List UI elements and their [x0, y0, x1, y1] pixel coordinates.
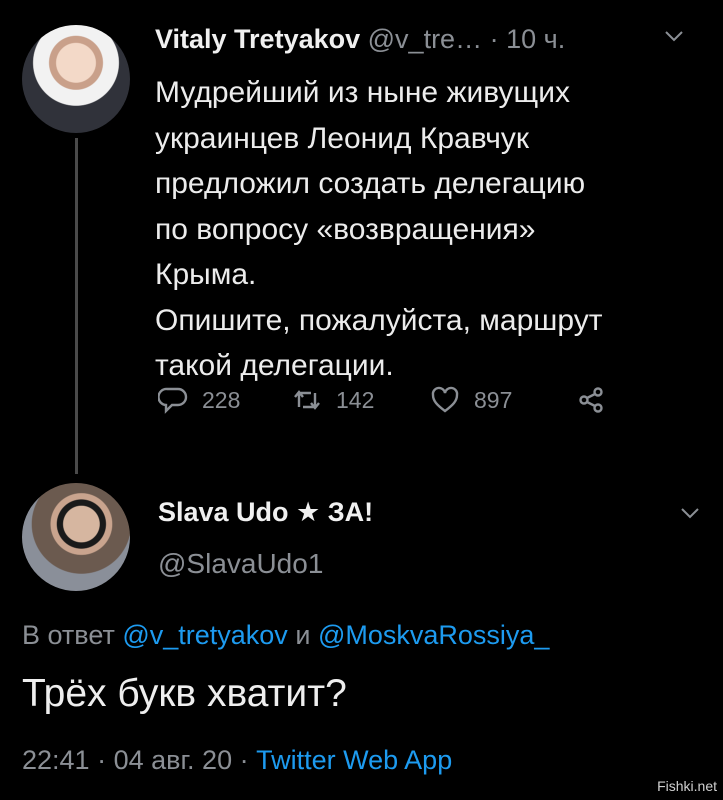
share-icon	[579, 387, 603, 413]
reply-button[interactable]: 228	[158, 385, 240, 415]
tweet-line: такой делегации.	[155, 349, 394, 382]
tweet-time[interactable]: 10 ч.	[506, 24, 565, 54]
reply-prefix: В ответ	[22, 620, 115, 650]
like-button[interactable]: 897	[430, 385, 512, 415]
tweet-line: Мудрейший из ныне живущих	[155, 76, 570, 109]
tweet-line: Крыма.	[155, 258, 257, 291]
author-handle[interactable]: @SlavaUdo1	[158, 548, 323, 580]
tweet-line: предложил создать делегацию	[155, 167, 586, 200]
reply-count: 228	[202, 386, 241, 413]
tweet-meta: 22:41 · 04 авг. 20 · Twitter Web App	[22, 745, 452, 776]
reply-conjunction: и	[295, 620, 311, 650]
retweet-icon	[294, 390, 320, 410]
avatar[interactable]	[22, 25, 130, 133]
like-icon	[431, 386, 459, 413]
share-button[interactable]	[576, 385, 606, 415]
tweet-line: украинцев Леонид Кравчук	[155, 121, 530, 155]
tweet-line: по вопросу «возвращения»	[155, 212, 536, 246]
tweet-line: Опишите, пожалуйста, маршрут	[155, 303, 603, 337]
like-count: 897	[474, 386, 513, 413]
chevron-down-icon[interactable]	[680, 503, 700, 526]
tweet-text: Мудрейший из ныне живущих украинцев Леон…	[155, 70, 695, 389]
tweet-time[interactable]: 22:41	[22, 745, 90, 775]
reply-icon	[158, 387, 188, 414]
chevron-down-icon[interactable]	[664, 26, 684, 49]
tweet-date[interactable]: 04 авг. 20	[114, 745, 232, 775]
retweet-count: 142	[336, 386, 375, 413]
avatar[interactable]	[22, 483, 130, 591]
author-name[interactable]: Slava Udo ★ ЗА!	[158, 497, 373, 528]
replying-to: В ответ @v_tretyakov и @MoskvaRossiya_	[22, 620, 549, 651]
author-name[interactable]: Vitaly Tretyakov	[155, 24, 360, 54]
source-link[interactable]: Twitter Web App	[256, 745, 452, 775]
separator: ·	[239, 745, 249, 775]
mention-link[interactable]: @MoskvaRossiya_	[318, 620, 549, 650]
retweet-button[interactable]: 142	[292, 385, 374, 415]
thread-connector	[75, 138, 78, 474]
separator: ·	[97, 745, 107, 775]
separator: ·	[489, 24, 499, 54]
tweet-header: Vitaly Tretyakov @v_tre… · 10 ч.	[155, 24, 565, 55]
watermark: Fishki.net	[657, 778, 717, 794]
mention-link[interactable]: @v_tretyakov	[122, 620, 287, 650]
author-handle[interactable]: @v_tre…	[368, 24, 482, 54]
tweet-text: Трёх букв хватит?	[22, 672, 347, 715]
